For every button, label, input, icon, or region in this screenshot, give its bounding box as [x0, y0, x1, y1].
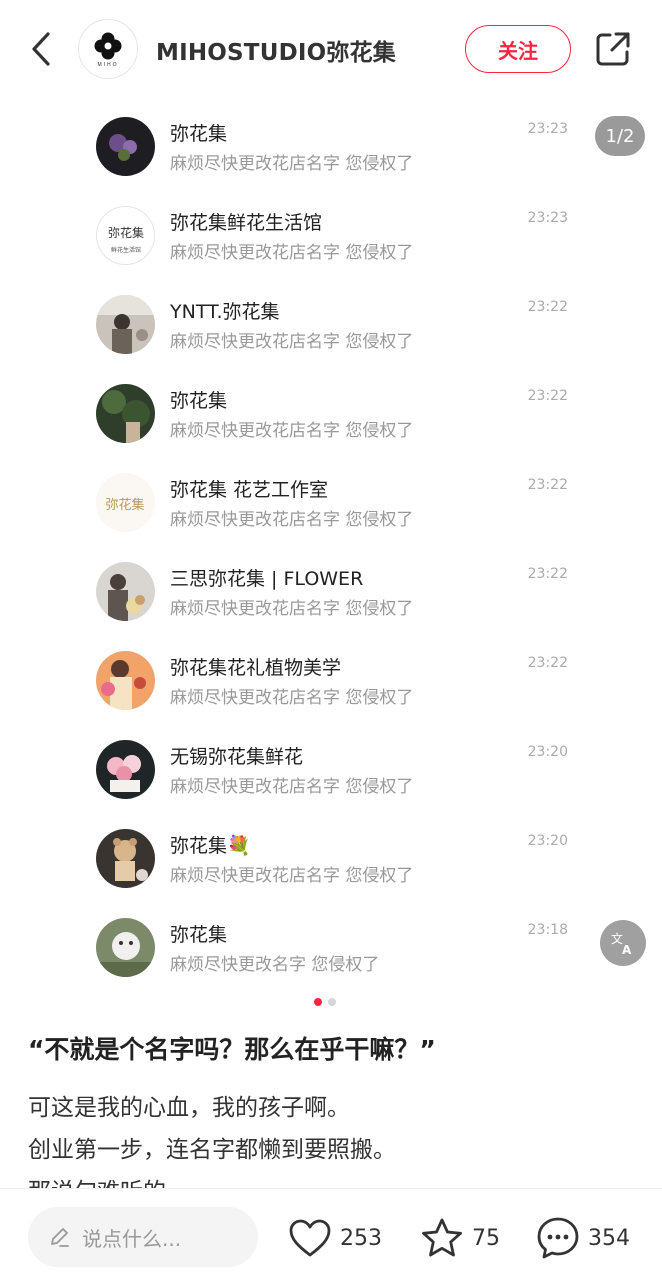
carousel-dots	[314, 998, 336, 1006]
message-item: 弥花集 麻烦尽快更改名字 您侵权了 23:18	[96, 918, 576, 988]
message-item: 弥花集💐 麻烦尽快更改花店名字 您侵权了 23:20	[96, 829, 576, 899]
message-time: 23:22	[527, 299, 568, 315]
message-preview: 麻烦尽快更改花店名字 您侵权了	[170, 421, 414, 441]
message-time: 23:20	[527, 744, 568, 760]
message-preview: 麻烦尽快更改名字 您侵权了	[170, 955, 380, 975]
avatar	[96, 651, 155, 710]
message-preview: 麻烦尽快更改花店名字 您侵权了	[170, 777, 414, 797]
message-time: 23:22	[527, 388, 568, 404]
post-text-line: 创业第一步，连名字都懒到要照搬。	[28, 1137, 396, 1163]
top-nav-bar: MIHO MIHOSTUDIO弥花集 关注	[0, 0, 662, 100]
message-item: YNTT.弥花集 麻烦尽快更改花店名字 您侵权了 23:22	[96, 295, 576, 365]
carousel-dot-active	[314, 998, 322, 1006]
follow-button[interactable]: 关注	[465, 25, 571, 73]
profile-avatar[interactable]: MIHO	[78, 19, 138, 79]
message-item: 弥花集 鲜花生活馆 弥花集鲜花生活馆 麻烦尽快更改花店名字 您侵权了 23:23	[96, 206, 576, 276]
collect-count: 75	[472, 1225, 500, 1251]
collect-button[interactable]: 75	[420, 1211, 500, 1265]
translate-button[interactable]: 文 A	[600, 920, 646, 966]
avatar	[96, 562, 155, 621]
sender-name: 三思弥花集 | FLOWER	[170, 568, 364, 590]
message-preview: 麻烦尽快更改花店名字 您侵权了	[170, 688, 414, 708]
message-time: 23:23	[527, 210, 568, 226]
message-item: 弥花集花礼植物美学 麻烦尽快更改花店名字 您侵权了 23:22	[96, 651, 576, 721]
avatar-logo-subtext: 鲜花生活馆	[111, 246, 141, 254]
like-button[interactable]: 253	[288, 1211, 382, 1265]
svg-text:A: A	[622, 943, 632, 957]
avatar: 弥花集	[96, 473, 155, 532]
star-icon	[422, 1218, 462, 1257]
message-preview: 麻烦尽快更改花店名字 您侵权了	[170, 510, 414, 530]
carousel-dot	[328, 998, 336, 1006]
message-item: 三思弥花集 | FLOWER 麻烦尽快更改花店名字 您侵权了 23:22	[96, 562, 576, 632]
message-time: 23:22	[527, 655, 568, 671]
post-image-carousel[interactable]: 弥花集 麻烦尽快更改花店名字 您侵权了 23:23 弥花集 鲜花生活馆 弥花集鲜…	[0, 100, 662, 990]
message-time: 23:20	[527, 833, 568, 849]
post-text-line: 可这是我的心血，我的孩子啊。	[28, 1095, 350, 1121]
message-preview: 麻烦尽快更改花店名字 您侵权了	[170, 866, 414, 886]
sender-name: 弥花集花礼植物美学	[170, 657, 342, 679]
avatar	[96, 740, 155, 799]
avatar-logo-text: MIHO	[97, 61, 119, 68]
sender-name: 弥花集💐	[170, 835, 251, 857]
back-icon[interactable]	[26, 30, 56, 68]
pencil-icon	[51, 1228, 69, 1247]
avatar	[96, 384, 155, 443]
sender-name: 弥花集	[170, 123, 228, 145]
comment-count: 354	[588, 1225, 630, 1251]
comment-icon	[537, 1217, 579, 1259]
sender-name: 弥花集	[170, 924, 228, 946]
sender-name: 弥花集鲜花生活馆	[170, 212, 323, 234]
profile-name[interactable]: MIHOSTUDIO弥花集	[156, 33, 396, 67]
bottom-action-bar: 说点什么... 253 75 354	[0, 1188, 662, 1280]
sender-name: 无锡弥花集鲜花	[170, 746, 304, 768]
message-time: 23:23	[527, 121, 568, 137]
avatar: 弥花集 鲜花生活馆	[96, 206, 155, 265]
sender-name: 弥花集	[170, 390, 228, 412]
share-icon[interactable]	[594, 30, 632, 68]
avatar-logo-text: 弥花集	[108, 225, 144, 240]
page-indicator: 1/2	[595, 116, 645, 156]
message-preview: 麻烦尽快更改花店名字 您侵权了	[170, 332, 414, 352]
message-item: 弥花集 麻烦尽快更改花店名字 您侵权了 23:23	[96, 117, 576, 187]
message-item: 弥花集 弥花集 花艺工作室 麻烦尽快更改花店名字 您侵权了 23:22	[96, 473, 576, 543]
avatar-logo-text: 弥花集	[105, 497, 144, 513]
message-preview: 麻烦尽快更改花店名字 您侵权了	[170, 243, 414, 263]
comment-input[interactable]: 说点什么...	[28, 1207, 258, 1267]
sender-name: YNTT.弥花集	[170, 301, 280, 323]
message-time: 23:22	[527, 566, 568, 582]
comment-placeholder: 说点什么...	[82, 1226, 182, 1251]
avatar	[96, 829, 155, 888]
avatar	[96, 117, 155, 176]
flower-logo-icon	[94, 32, 122, 59]
avatar	[96, 918, 155, 977]
message-time: 23:18	[527, 922, 568, 938]
like-count: 253	[340, 1225, 382, 1251]
translate-icon: 文 A	[611, 931, 632, 957]
message-item: 弥花集 麻烦尽快更改花店名字 您侵权了 23:22	[96, 384, 576, 454]
message-time: 23:22	[527, 477, 568, 493]
heart-icon	[289, 1219, 331, 1257]
avatar	[96, 295, 155, 354]
post-title: “不就是个名字吗？那么在乎干嘛？”	[28, 1035, 436, 1064]
message-item: 无锡弥花集鲜花 麻烦尽快更改花店名字 您侵权了 23:20	[96, 740, 576, 810]
message-preview: 麻烦尽快更改花店名字 您侵权了	[170, 599, 414, 619]
message-preview: 麻烦尽快更改花店名字 您侵权了	[170, 154, 414, 174]
sender-name: 弥花集 花艺工作室	[170, 479, 329, 501]
comment-button[interactable]: 354	[536, 1211, 630, 1265]
